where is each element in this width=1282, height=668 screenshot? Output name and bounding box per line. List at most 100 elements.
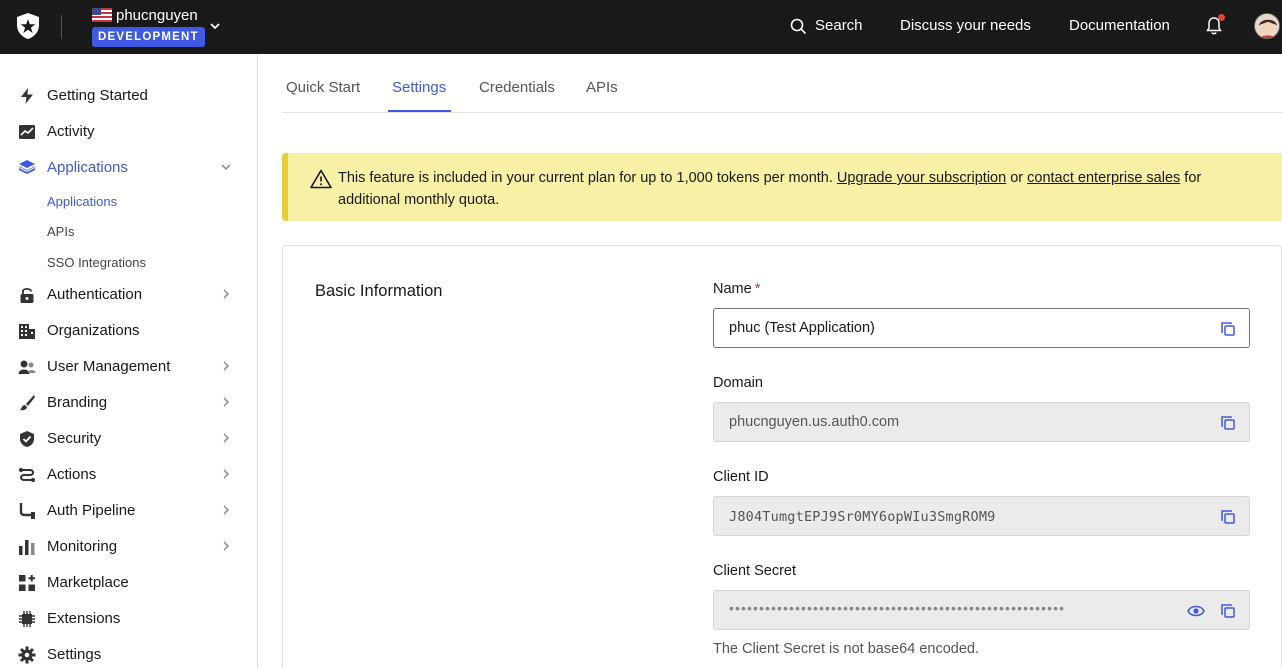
layers-icon (19, 160, 35, 174)
sidebar-item-label: Authentication (47, 286, 143, 303)
chevron-right-icon (223, 361, 229, 371)
sidebar-item-extensions[interactable]: Extensions (0, 604, 257, 634)
client-id-field[interactable]: J804TumgtEPJ9Sr0MY6opWIu3SmgROM9 (713, 496, 1250, 536)
sidebar-item-organizations[interactable]: Organizations (0, 316, 257, 346)
client-secret-label: Client Secret (713, 563, 797, 579)
section-title: Basic Information (315, 282, 443, 300)
sidebar-item-applications[interactable]: Applications (0, 153, 257, 183)
sidebar-item-label: Getting Started (47, 87, 148, 104)
building-icon (19, 324, 35, 339)
bar-chart-icon (19, 540, 35, 555)
lock-icon (20, 287, 34, 303)
banner-text: or (1006, 170, 1028, 186)
tenant-name[interactable]: phucnguyen (116, 7, 198, 24)
client-id-label: Client ID (713, 469, 769, 485)
notification-dot (1218, 14, 1225, 21)
pipeline-icon (19, 503, 35, 519)
tab-settings[interactable]: Settings (392, 79, 446, 96)
auth0-logo-icon[interactable] (14, 12, 42, 40)
sidebar-item-marketplace[interactable]: Marketplace (0, 568, 257, 598)
sidebar-item-authentication[interactable]: Authentication (0, 280, 257, 310)
upgrade-subscription-link[interactable]: Upgrade your subscription (837, 170, 1006, 186)
brush-icon (20, 395, 35, 411)
sidebar-item-auth-pipeline[interactable]: Auth Pipeline (0, 496, 257, 526)
sidebar-item-user-management[interactable]: User Management (0, 352, 257, 382)
domain-value: phucnguyen.us.auth0.com (729, 414, 900, 430)
client-id-value: J804TumgtEPJ9Sr0MY6opWIu3SmgROM9 (729, 509, 996, 525)
contact-enterprise-sales-link[interactable]: contact enterprise sales (1027, 170, 1180, 186)
users-icon (18, 360, 36, 374)
basic-information-card: Basic Information Name * phuc (Test Appli… (282, 245, 1282, 668)
documentation-link[interactable]: Documentation (1069, 17, 1170, 34)
sidebar-item-label: Settings (47, 646, 102, 663)
sidebar-item-activity[interactable]: Activity (0, 117, 257, 147)
copy-icon[interactable] (1220, 509, 1236, 525)
top-bar: phucnguyen DEVELOPMENT Search Discuss yo… (0, 0, 1282, 54)
sidebar-item-branding[interactable]: Branding (0, 388, 257, 418)
sidebar-item-label: Activity (47, 123, 95, 140)
required-marker: * (754, 281, 761, 297)
chevron-right-icon (223, 505, 229, 515)
sidebar-item-label: Actions (47, 466, 97, 483)
activity-chart-icon (19, 125, 35, 139)
chevron-down-icon[interactable] (207, 18, 223, 34)
discuss-needs-link[interactable]: Discuss your needs (900, 17, 1031, 34)
sidebar-item-settings[interactable]: Settings (0, 640, 257, 668)
domain-label: Domain (713, 375, 763, 391)
eye-icon[interactable] (1187, 603, 1205, 619)
us-flag-icon (92, 8, 112, 22)
chip-icon (19, 611, 35, 627)
sidebar-item-security[interactable]: Security (0, 424, 257, 454)
environment-badge: DEVELOPMENT (92, 27, 205, 47)
active-tab-indicator (388, 110, 451, 112)
tab-apis[interactable]: APIs (586, 79, 618, 96)
sidebar-subitem-sso-integrations[interactable]: SSO Integrations (47, 255, 146, 270)
sidebar-item-label: Marketplace (47, 574, 129, 591)
sidebar-item-getting-started[interactable]: Getting Started (0, 81, 257, 111)
sidebar-item-label: User Management (47, 358, 171, 375)
search-button[interactable]: Search (815, 17, 863, 34)
chevron-down-icon[interactable] (220, 161, 232, 173)
search-icon[interactable] (790, 18, 807, 35)
client-secret-hint: The Client Secret is not base64 encoded. (713, 641, 979, 657)
bolt-icon (21, 88, 33, 104)
banner-text: This feature is included in your current… (338, 170, 837, 186)
flow-icon (19, 468, 35, 482)
shield-check-icon (20, 431, 34, 447)
user-avatar[interactable] (1254, 13, 1280, 39)
sidebar-item-label: Applications (47, 159, 128, 176)
sidebar-item-label: Security (47, 430, 102, 447)
chevron-right-icon (223, 289, 229, 299)
name-field[interactable]: phuc (Test Application) (713, 308, 1250, 348)
sidebar-item-monitoring[interactable]: Monitoring (0, 532, 257, 562)
chevron-right-icon (223, 469, 229, 479)
tab-quick-start[interactable]: Quick Start (286, 79, 360, 96)
name-label-text: Name (713, 281, 752, 297)
client-secret-masked: ••••••••••••••••••••••••••••••••••••••••… (729, 600, 1066, 616)
sidebar: Getting Started Activity Applications Ap… (0, 54, 258, 668)
sidebar-item-label: Auth Pipeline (47, 502, 136, 519)
name-value[interactable]: phuc (Test Application) (729, 320, 875, 336)
copy-icon[interactable] (1220, 603, 1236, 619)
chevron-right-icon (223, 397, 229, 407)
chevron-right-icon (223, 541, 229, 551)
grid-plus-icon (19, 575, 35, 591)
name-label: Name * (713, 281, 760, 297)
gear-icon (18, 646, 36, 664)
app-tabs: Quick Start Settings Credentials APIs (282, 54, 1282, 113)
tab-credentials[interactable]: Credentials (479, 79, 555, 96)
sidebar-item-label: Organizations (47, 322, 140, 339)
sidebar-item-label: Branding (47, 394, 108, 411)
sidebar-item-label: Monitoring (47, 538, 118, 555)
sidebar-subitem-apis[interactable]: APIs (47, 224, 74, 239)
banner-message: This feature is included in your current… (338, 167, 1258, 211)
chevron-right-icon (223, 433, 229, 443)
sidebar-subitem-applications[interactable]: Applications (47, 194, 117, 209)
copy-icon[interactable] (1220, 415, 1236, 431)
quota-warning-banner: This feature is included in your current… (282, 153, 1282, 221)
domain-field[interactable]: phucnguyen.us.auth0.com (713, 402, 1250, 442)
client-secret-field[interactable]: ••••••••••••••••••••••••••••••••••••••••… (713, 590, 1250, 630)
topbar-divider (61, 15, 62, 39)
copy-icon[interactable] (1220, 321, 1236, 337)
sidebar-item-actions[interactable]: Actions (0, 460, 257, 490)
